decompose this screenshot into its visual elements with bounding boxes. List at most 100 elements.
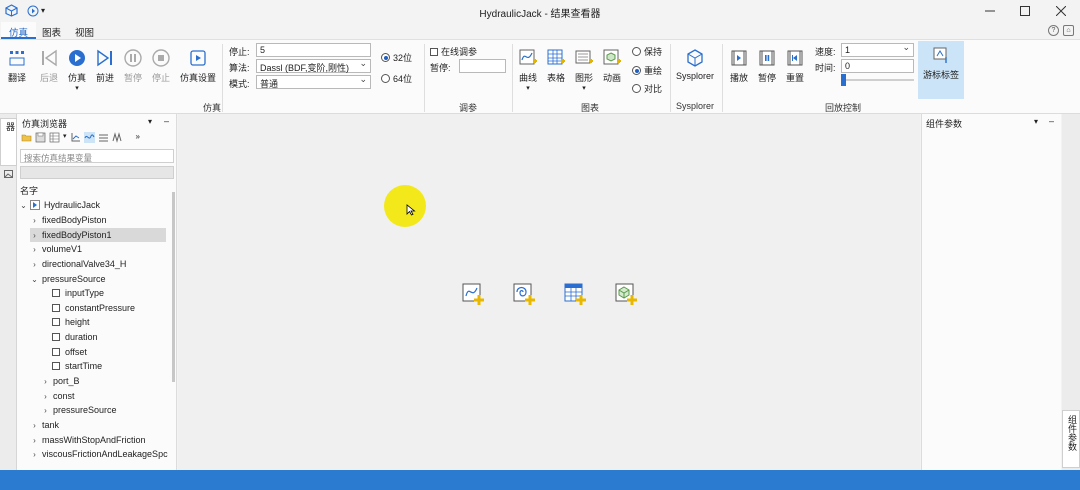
sim-settings-button[interactable]: 仿真设置 [178,44,218,84]
time-input[interactable]: 0 [841,59,914,73]
tab-simulation[interactable]: 仿真 [1,22,37,39]
more-tools-icon[interactable]: » [136,132,140,143]
panel-menu-icon[interactable]: ▾ [1034,117,1038,126]
panel-title: 组件参数 [926,119,963,129]
image-icon[interactable] [4,170,13,178]
component-params-side-tab[interactable]: 组件参数 [1062,410,1080,468]
list-filter-icon[interactable] [98,132,109,143]
chart-axis-icon[interactable] [70,132,81,143]
tree-row[interactable]: › fixedBodyPiston [30,213,106,227]
title-bar: ▾ HydraulicJack - 结果查看器 [0,0,1080,22]
radio-redraw[interactable]: 重绘 [632,64,662,77]
chart-workspace[interactable] [178,114,920,470]
folder-open-icon[interactable] [21,132,32,143]
sim-browser-side-tab[interactable]: 仿真浏览器 [0,118,28,166]
cursor-highlight [384,185,426,227]
curve-button[interactable]: 曲线 ▾ [514,44,542,92]
online-tune-checkbox[interactable]: 在线调参 [430,45,477,58]
time-slider-track[interactable] [841,79,914,81]
tab-chart[interactable]: 图表 [34,22,69,39]
view-dropdown-icon[interactable]: ▾ [63,132,67,143]
variable-checkbox[interactable] [52,348,60,356]
tree-row-root[interactable]: ⌄ HydraulicJack [19,198,100,212]
tree-row-param[interactable]: startTime [52,359,102,373]
tree-row[interactable]: › massWithStopAndFriction [30,433,145,447]
algorithm-select[interactable]: Dassl (BDF,变阶,刚性) [256,58,371,73]
variable-checkbox[interactable] [52,289,60,297]
variable-checkbox[interactable] [52,362,60,370]
tree-row-param[interactable]: inputType [52,286,104,300]
radio-keep[interactable]: 保持 [632,45,662,58]
radio-compare[interactable]: 对比 [632,82,662,95]
tree-row[interactable]: › directionalValve34_H [30,257,126,271]
close-button[interactable] [1044,0,1078,22]
table-view-icon[interactable] [49,132,60,143]
tune-pause-input[interactable] [459,59,506,73]
filter-bar[interactable] [20,166,174,179]
play-button[interactable]: 播放 [725,44,753,84]
pause-button[interactable]: 暂停 [119,44,147,84]
tree-scrollbar[interactable] [172,192,175,382]
search-input[interactable]: 搜索仿真结果变量 [20,149,174,163]
sysplorer-button[interactable]: Sysplorer [673,44,717,81]
forward-button[interactable]: 前进 [91,44,119,84]
panel-minimize-icon[interactable]: – [164,116,169,126]
help-icon[interactable]: ? [1048,25,1059,36]
animation-button[interactable]: 动画 [598,44,626,84]
time-slider-thumb[interactable] [841,74,846,86]
cursor-label-button[interactable]: 游标标签 [918,41,964,99]
options-icon[interactable]: ⌂ [1063,25,1074,36]
step-back-icon [42,49,57,67]
maximize-button[interactable] [1008,0,1042,22]
sim-browser-panel: 仿真浏览器 ▾ – ▾ » 搜索仿真结果变量 名字 ⌄ HydraulicJac… [17,114,177,470]
tree-row[interactable]: › port_B [41,374,79,388]
table-button[interactable]: 表格 [542,44,570,84]
table-icon [547,49,565,65]
variable-checkbox[interactable] [52,318,60,326]
tree-row[interactable]: › const [41,389,74,403]
step-forward-icon [97,49,112,67]
simulate-button[interactable]: 仿真 ▾ [63,44,91,92]
stop-circle-icon [152,49,170,67]
column-name-header[interactable]: 名字 [20,184,38,197]
stop-time-input[interactable]: 5 [256,43,371,57]
add-curve-icon[interactable] [461,282,485,306]
graphic-button[interactable]: 图形 ▾ [570,44,598,92]
translate-button[interactable]: 翻译 [3,44,31,84]
panel-menu-icon[interactable]: ▾ [148,117,152,126]
radio-32bit[interactable]: 32位 [381,51,412,64]
tree-row-param[interactable]: duration [52,330,98,344]
variable-checkbox[interactable] [52,333,60,341]
pause-circle-icon [124,49,142,67]
stop-button[interactable]: 停止 [147,44,175,84]
add-table-icon[interactable] [563,282,587,306]
minimize-button[interactable] [973,0,1007,22]
menu-tabs: 仿真 图表 视图 ? ⌂ [0,22,1080,39]
tree-row-param[interactable]: height [52,315,90,329]
signal-icon[interactable] [112,132,123,143]
ribbon: 翻译 后退 仿真 ▾ 前进 暂停 停止 仿真设置 停止: 5 算法: Dassl… [0,39,1080,114]
tree-row-param[interactable]: offset [52,345,87,359]
radio-64bit[interactable]: 64位 [381,72,412,85]
panel-minimize-icon[interactable]: – [1049,116,1054,126]
tab-view[interactable]: 视图 [67,22,102,39]
tree-row-param[interactable]: constantPressure [52,301,135,315]
add-phase-plot-icon[interactable] [512,282,536,306]
tree-row[interactable]: › pressureSource [41,403,116,417]
speed-select[interactable]: 1 [841,42,914,57]
tree-row[interactable]: ⌄ pressureSource [30,272,105,286]
playback-pause-button[interactable]: 暂停 [753,44,781,84]
reset-button[interactable]: 重置 [781,44,809,84]
tree-row[interactable]: › volumeV1 [30,242,82,256]
wave-filter-icon[interactable] [83,132,95,143]
add-animation-icon[interactable] [614,282,638,306]
mode-select[interactable]: 普通 [256,74,371,89]
tree-row[interactable]: › tank [30,418,59,432]
back-button[interactable]: 后退 [35,44,63,84]
save-icon[interactable] [35,132,46,143]
tree-row-selected[interactable]: › fixedBodyPiston1 [30,228,166,242]
tree-row[interactable]: › viscousFrictionAndLeakageSpc [30,447,167,461]
algorithm-label: 算法: [229,63,250,73]
variable-checkbox[interactable] [52,304,60,312]
mode-label: 模式: [229,79,250,89]
